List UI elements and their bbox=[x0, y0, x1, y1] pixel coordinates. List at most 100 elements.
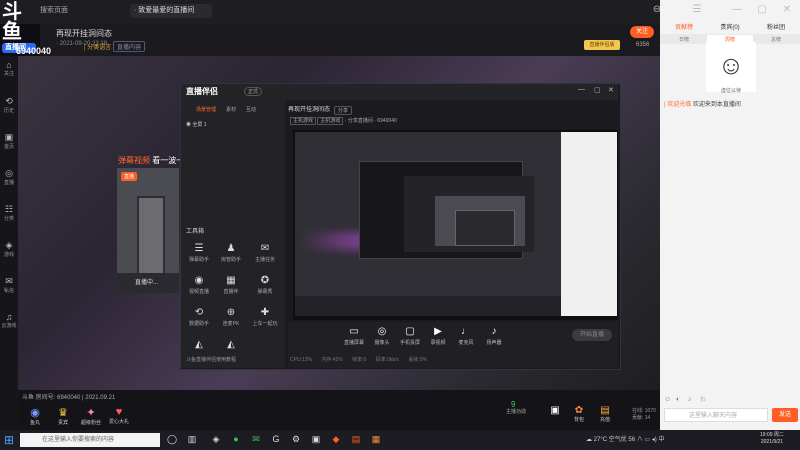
windows-start-icon[interactable]: ⊞ bbox=[4, 433, 14, 447]
tab-total[interactable]: 总榜 bbox=[753, 36, 799, 43]
mail-icon: ✉ bbox=[5, 276, 13, 286]
tab-contribution[interactable]: 贡献榜 bbox=[661, 22, 707, 31]
chat-input[interactable]: 这里输入聊天内容 bbox=[664, 408, 768, 422]
tab-daily[interactable]: 日榜 bbox=[661, 36, 707, 43]
maximize-icon[interactable]: ▢ bbox=[755, 3, 769, 17]
companion-version: 正式 bbox=[244, 87, 263, 96]
send-button[interactable]: 发送 bbox=[772, 408, 798, 422]
tool-label: 数据助手 bbox=[188, 321, 209, 327]
sidebar-item-history[interactable]: ⟲ 历史 bbox=[1, 96, 17, 114]
more-icon: ◭ bbox=[227, 339, 235, 350]
backpack-button[interactable]: ✿ 背包 bbox=[568, 405, 590, 423]
tool-data[interactable]: ⟲ 数据助手 bbox=[186, 307, 212, 327]
scene-item[interactable]: ◉ 全屏 1 bbox=[186, 121, 207, 128]
tool-more-1[interactable]: ◭ bbox=[186, 339, 212, 352]
app-icon[interactable]: ● bbox=[230, 433, 242, 445]
scene-chip[interactable]: 主机游戏 bbox=[290, 117, 317, 125]
tab-material[interactable]: 素材 bbox=[226, 106, 236, 113]
tool-more-2[interactable]: ◭ bbox=[218, 339, 244, 352]
content-tag-button[interactable]: 直播内容 bbox=[113, 41, 146, 52]
gift-label: 爱心大礼 bbox=[108, 419, 129, 425]
tool-barrage-show[interactable]: ✪ 弹幕秀 bbox=[252, 275, 278, 295]
camera-button[interactable]: ◎ 摄像头 bbox=[368, 326, 396, 346]
sidebar-item-label: 首页 bbox=[3, 144, 14, 150]
history-icon: ⟲ bbox=[5, 96, 13, 106]
tab-scene-manage[interactable]: 场景管理 bbox=[196, 106, 216, 113]
screen-capture-button[interactable]: ▭ 直播屏幕 bbox=[340, 326, 368, 346]
tool-barrage[interactable]: ☰ 弹幕助手 bbox=[186, 243, 212, 263]
crown-icon: ♛ bbox=[58, 407, 68, 419]
voice-icon[interactable]: ♪ bbox=[688, 396, 692, 403]
avatar[interactable]: ☺ bbox=[714, 45, 748, 85]
scene-chip[interactable]: 主机游戏 bbox=[317, 117, 344, 125]
microphone-button[interactable]: ♩ 麦克风 bbox=[452, 326, 480, 346]
color-icon[interactable]: ◐ bbox=[676, 396, 680, 403]
tool-pk[interactable]: ⊕ 连麦PK bbox=[218, 307, 244, 327]
app-icon[interactable]: ▣ bbox=[310, 433, 322, 445]
companion-icon[interactable]: ▦ bbox=[370, 433, 382, 445]
system-tray[interactable]: ☁ 27°C 空气优 56 ∧ ▭ ◂) 中 bbox=[586, 434, 664, 443]
minimize-icon[interactable]: — bbox=[730, 3, 744, 17]
app-icon[interactable]: ◈ bbox=[210, 433, 222, 445]
sidebar-item-cloud-game[interactable]: ♫ 云游戏 bbox=[1, 312, 17, 329]
menu-icon[interactable]: ☰ bbox=[690, 3, 704, 17]
flag-icon[interactable]: ⚐ bbox=[700, 396, 706, 404]
emoji-icon[interactable]: ☺ bbox=[664, 396, 671, 403]
chat-user[interactable]: | 欢迎光临 bbox=[664, 102, 691, 108]
share-button[interactable]: 分享 bbox=[334, 106, 353, 115]
tutorial-link[interactable]: 斗鱼直播伴侣使用教程 bbox=[186, 356, 236, 363]
tab-interact[interactable]: 互动 bbox=[246, 106, 256, 113]
taskbar-clock[interactable]: 19:09 周二 2021/9/21 bbox=[760, 432, 784, 446]
close-icon[interactable]: ✕ bbox=[780, 3, 794, 17]
app-icon[interactable]: ◆ bbox=[330, 433, 342, 445]
bottom-icon-label: 背包 bbox=[573, 417, 584, 423]
record-video-button[interactable]: ▶ 录视频 bbox=[424, 326, 452, 346]
tab-fans[interactable]: 粉丝团 bbox=[753, 22, 799, 31]
data-icon: ⟲ bbox=[194, 307, 204, 318]
sidebar-item-messages[interactable]: ✉ 私信 bbox=[1, 276, 17, 294]
gift-fishball[interactable]: ◉ 鱼丸 bbox=[24, 406, 46, 426]
sidebar-item-follow[interactable]: ⌂ 关注 bbox=[1, 60, 17, 77]
companion-room-title: 再现开挂洞间态 bbox=[288, 107, 331, 113]
tab-vip[interactable]: 贵宾(0) bbox=[707, 22, 753, 31]
tab-search[interactable]: 搜索页面 bbox=[40, 4, 110, 18]
start-live-button[interactable]: 开始直播 bbox=[572, 329, 612, 341]
wechat-icon[interactable]: ✉ bbox=[250, 433, 262, 445]
room-category[interactable]: | 分类语言 bbox=[84, 42, 111, 51]
sidebar-item-label: 私信 bbox=[3, 288, 14, 294]
online-count: 在线: 1070 bbox=[632, 408, 656, 414]
sidebar-item-category[interactable]: ☷ 分类 bbox=[1, 204, 17, 222]
steam-icon[interactable]: ⚙ bbox=[290, 433, 302, 445]
picture-in-picture[interactable]: 直播 直播中... bbox=[117, 168, 179, 293]
phone-cast-button[interactable]: ▢ 手机投屏 bbox=[396, 326, 424, 346]
gift-big-love[interactable]: ♥ 爱心大礼 bbox=[108, 406, 130, 425]
speaker-button[interactable]: ♪ 扬声器 bbox=[480, 326, 508, 346]
tool-live-mate[interactable]: ▦ 直播伴 bbox=[218, 275, 244, 295]
companion-maximize-icon[interactable]: ▢ bbox=[594, 86, 601, 94]
follow-button[interactable]: 关注 bbox=[630, 26, 654, 38]
app-icon[interactable]: G bbox=[270, 433, 282, 445]
tool-team-up[interactable]: ✚ 上车一起玩 bbox=[252, 307, 278, 327]
tab-live-room[interactable]: · 致爱最爱的直播间 bbox=[130, 4, 212, 18]
sidebar-item-live[interactable]: ◎ 直播 bbox=[1, 168, 17, 186]
douyu-icon[interactable]: ▤ bbox=[350, 433, 362, 445]
companion-close-icon[interactable]: ✕ bbox=[608, 86, 614, 94]
task-view-icon[interactable]: ▥ bbox=[186, 433, 198, 445]
gift-super-fan[interactable]: ✦ 超级粉丝 bbox=[80, 406, 102, 426]
sidebar-item-games[interactable]: ◈ 游戏 bbox=[1, 240, 17, 258]
sidebar-item-label: 游戏 bbox=[3, 252, 14, 258]
tool-task[interactable]: ✉ 主播任务 bbox=[252, 243, 278, 263]
taskbar-search-input[interactable]: 在这里输入你要搜索的内容 bbox=[20, 433, 160, 447]
douyu-logo[interactable]: 斗鱼 直播间 bbox=[2, 2, 36, 53]
tool-room-manager[interactable]: ♟ 房管助手 bbox=[218, 243, 244, 263]
speaker-icon: ♪ bbox=[491, 326, 497, 337]
tool-video[interactable]: ◉ 视频直播 bbox=[186, 275, 212, 295]
sidebar-item-home[interactable]: ▣ 首页 bbox=[1, 132, 17, 150]
sidebar-item-label: 云游戏 bbox=[1, 323, 17, 329]
cortana-icon[interactable]: ◯ bbox=[166, 433, 178, 445]
recharge-button[interactable]: ▤ 充值 bbox=[594, 405, 616, 423]
companion-minimize-icon[interactable]: — bbox=[578, 86, 585, 93]
gift-button[interactable]: ▣ bbox=[544, 405, 566, 416]
gift-vip[interactable]: ♛ 贵宾 bbox=[52, 406, 74, 426]
medal-badge[interactable]: 直播伴侣版 bbox=[584, 40, 620, 50]
